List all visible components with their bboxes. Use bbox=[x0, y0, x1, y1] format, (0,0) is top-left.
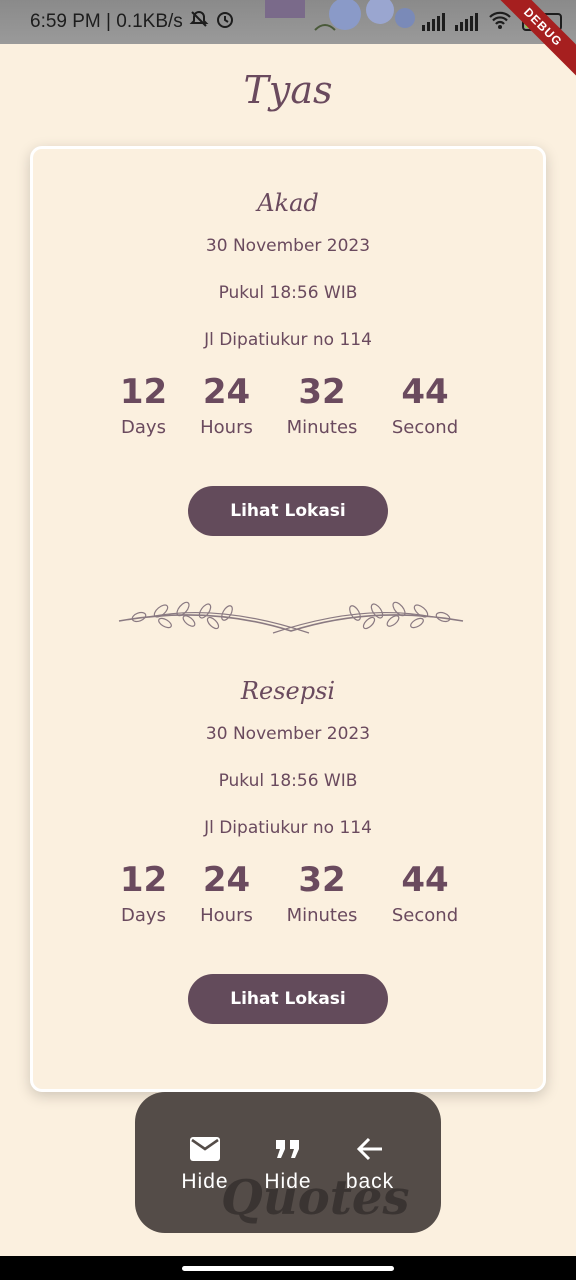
signal-icon bbox=[422, 13, 445, 31]
countdown: 12 Days 24 Hours 32 Minutes 44 Second bbox=[33, 858, 543, 930]
page-title: Tyas bbox=[243, 68, 333, 112]
countdown-value: 24 bbox=[202, 860, 251, 900]
floral-divider bbox=[118, 601, 464, 634]
countdown-label: Hours bbox=[200, 417, 253, 438]
countdown-value: 24 bbox=[202, 372, 251, 412]
wifi-icon bbox=[488, 10, 512, 34]
countdown-days: 12 Days bbox=[102, 370, 185, 442]
countdown-hours: 24 Hours bbox=[185, 858, 268, 930]
event-date: 30 November 2023 bbox=[205, 724, 371, 744]
event-time: Pukul 18:56 WIB bbox=[218, 283, 358, 303]
countdown-label: Minutes bbox=[286, 417, 358, 438]
countdown-seconds: 44 Second bbox=[376, 370, 474, 442]
event-resepsi: Resepsi 30 November 2023 Pukul 18:56 WIB… bbox=[33, 671, 543, 1024]
view-location-button[interactable]: Lihat Lokasi bbox=[188, 486, 388, 536]
status-time-speed: 6:59 PM | 0.1KB/s bbox=[30, 11, 183, 32]
countdown-days: 12 Days bbox=[102, 858, 185, 930]
quote-icon bbox=[274, 1140, 302, 1166]
event-time: Pukul 18:56 WIB bbox=[218, 771, 358, 791]
mail-icon bbox=[189, 1137, 221, 1166]
countdown-minutes: 32 Minutes bbox=[268, 858, 376, 930]
countdown-value: 12 bbox=[119, 860, 168, 900]
countdown: 12 Days 24 Hours 32 Minutes 44 Second bbox=[33, 370, 543, 442]
countdown-label: Hours bbox=[200, 905, 253, 926]
countdown-label: Second bbox=[391, 905, 459, 926]
arrow-left-icon bbox=[356, 1137, 384, 1166]
nav-label: Hide bbox=[181, 1170, 229, 1193]
countdown-value: 44 bbox=[401, 372, 449, 412]
signal-icon bbox=[455, 13, 478, 31]
alarm-icon bbox=[215, 9, 235, 35]
bell-off-icon bbox=[189, 9, 209, 35]
countdown-minutes: 32 Minutes bbox=[268, 370, 376, 442]
back-button[interactable]: back bbox=[330, 1136, 410, 1194]
nav-label: Hide bbox=[264, 1170, 312, 1193]
event-card: Akad 30 November 2023 Pukul 18:56 WIB Jl… bbox=[30, 146, 546, 1092]
countdown-value: 44 bbox=[401, 860, 449, 900]
home-indicator[interactable] bbox=[182, 1266, 394, 1271]
event-akad: Akad 30 November 2023 Pukul 18:56 WIB Jl… bbox=[33, 183, 543, 536]
countdown-value: 32 bbox=[298, 372, 346, 412]
event-place: Jl Dipatiukur no 114 bbox=[204, 330, 372, 350]
countdown-hours: 24 Hours bbox=[185, 370, 268, 442]
status-left: 6:59 PM | 0.1KB/s bbox=[30, 9, 235, 35]
countdown-seconds: 44 Second bbox=[376, 858, 474, 930]
bottom-nav: Quotes Hide Hide back bbox=[135, 1092, 441, 1233]
countdown-value: 12 bbox=[119, 372, 168, 412]
event-title: Akad bbox=[257, 189, 319, 217]
floral-decoration bbox=[255, 0, 425, 40]
event-title: Resepsi bbox=[240, 677, 336, 705]
hide-quotes-button[interactable]: Hide bbox=[248, 1136, 328, 1194]
event-place: Jl Dipatiukur no 114 bbox=[204, 818, 372, 838]
nav-label: back bbox=[345, 1170, 395, 1193]
countdown-label: Minutes bbox=[286, 905, 358, 926]
countdown-value: 32 bbox=[298, 860, 346, 900]
countdown-label: Days bbox=[121, 417, 166, 438]
hide-invitation-button[interactable]: Hide bbox=[165, 1136, 245, 1194]
view-location-button[interactable]: Lihat Lokasi bbox=[188, 974, 388, 1024]
event-date: 30 November 2023 bbox=[205, 236, 371, 256]
countdown-label: Days bbox=[121, 905, 166, 926]
countdown-label: Second bbox=[391, 417, 459, 438]
status-bar: 6:59 PM | 0.1KB/s 67 DEBUG bbox=[0, 0, 576, 88]
